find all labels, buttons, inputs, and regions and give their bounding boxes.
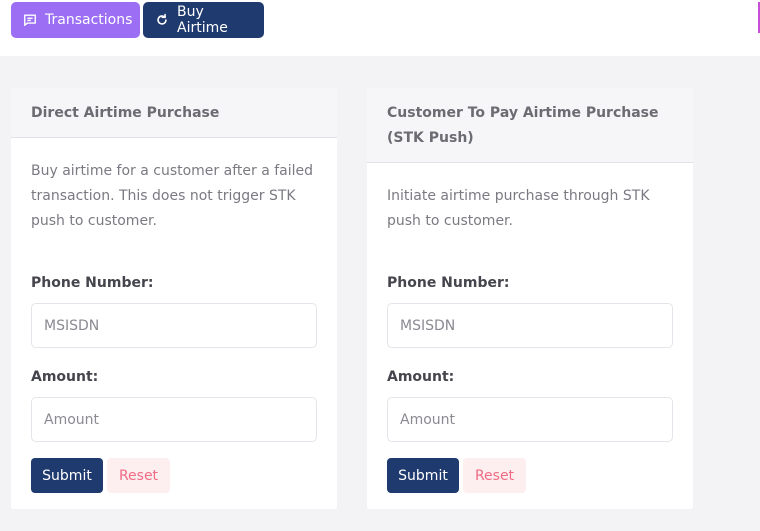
phone-number-label: Phone Number: (31, 275, 154, 291)
buy-airtime-label: Buy Airtime (177, 4, 228, 36)
stk-push-airtime-card: Customer To Pay Airtime Purchase (STK Pu… (367, 88, 693, 509)
amount-label: Amount: (387, 369, 455, 385)
transactions-button[interactable]: Transactions (11, 2, 140, 38)
buy-airtime-button[interactable]: Buy Airtime (143, 2, 264, 38)
redo-arrow-icon (157, 13, 167, 25)
phone-number-label: Phone Number: (387, 275, 510, 291)
reset-button[interactable]: Reset (463, 458, 526, 493)
transactions-label: Transactions (45, 12, 133, 28)
top-toolbar: Transactions Buy Airtime (0, 0, 760, 56)
card-description: Buy airtime for a customer after a faile… (31, 163, 314, 229)
card-body: Buy airtime for a customer after a faile… (11, 159, 337, 493)
card-title: Customer To Pay Airtime Purchase (STK Pu… (367, 88, 693, 163)
phone-number-input[interactable] (31, 303, 317, 348)
card-description: Initiate airtime purchase through STK pu… (387, 188, 650, 229)
amount-input[interactable] (31, 397, 317, 442)
message-square-icon (24, 14, 36, 26)
amount-input[interactable] (387, 397, 673, 442)
reset-button[interactable]: Reset (107, 458, 170, 493)
card-body: Initiate airtime purchase through STK pu… (367, 184, 693, 493)
submit-button[interactable]: Submit (31, 458, 103, 493)
submit-button[interactable]: Submit (387, 458, 459, 493)
phone-number-input[interactable] (387, 303, 673, 348)
amount-label: Amount: (31, 369, 99, 385)
direct-airtime-card: Direct Airtime Purchase Buy airtime for … (11, 88, 337, 509)
card-title: Direct Airtime Purchase (11, 88, 337, 138)
